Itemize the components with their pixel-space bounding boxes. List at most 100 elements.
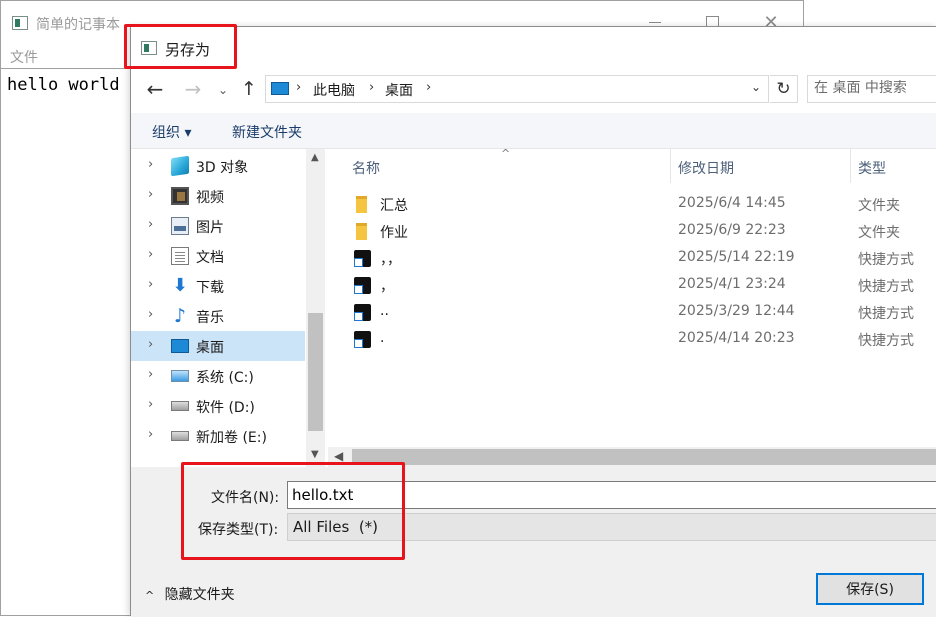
new-folder-button[interactable]: 新建文件夹 [232, 122, 302, 142]
file-type: 文件夹 [858, 198, 900, 214]
column-divider[interactable] [850, 149, 851, 183]
nav-item-label: 桌面 [196, 340, 224, 356]
search-box[interactable] [807, 75, 936, 103]
filename-label: 文件名(N): [211, 490, 280, 506]
hide-folders-button[interactable]: ^ 隐藏文件夹 [145, 584, 235, 604]
expand-chevron-icon[interactable]: › [148, 277, 153, 292]
file-type: 快捷方式 [858, 252, 914, 268]
breadcrumb-separator[interactable]: › [296, 80, 301, 95]
refresh-button[interactable]: ↻ [770, 75, 798, 103]
column-header-date[interactable]: 修改日期 [678, 158, 734, 178]
breadcrumb-separator[interactable]: › [426, 80, 431, 95]
address-dropdown-button[interactable]: ⌄ [751, 80, 761, 94]
hide-folders-label: 隐藏文件夹 [164, 587, 235, 603]
file-type: 快捷方式 [858, 279, 914, 295]
notepad-content: hello world [7, 75, 120, 95]
expand-chevron-icon[interactable]: › [148, 157, 153, 172]
nav-item-label: 图片 [196, 220, 224, 236]
search-input[interactable] [814, 80, 934, 96]
menu-file[interactable]: 文件 [10, 47, 38, 67]
nav-item-music[interactable]: › ♪ 音乐 [131, 301, 305, 331]
notepad-text-area[interactable]: hello world [1, 68, 131, 616]
organize-button[interactable]: 组织 ▾ [152, 122, 191, 142]
nav-item-label: 软件 (D:) [196, 400, 255, 416]
nav-item-label: 音乐 [196, 310, 224, 326]
nav-item-desktop[interactable]: › 桌面 [131, 331, 305, 361]
filetype-label: 保存类型(T): [198, 522, 279, 538]
expand-chevron-icon[interactable]: › [148, 367, 153, 382]
notepad-title: 简单的记事本 [36, 17, 120, 33]
toolbar: 组织 ▾ 新建文件夹 [131, 113, 936, 149]
column-header-type[interactable]: 类型 [858, 158, 886, 178]
nav-item-pictures[interactable]: › 图片 [131, 211, 305, 241]
file-date: 2025/5/14 22:19 [678, 249, 795, 265]
file-row[interactable]: . 2025/4/14 20:23 快捷方式 [328, 326, 936, 353]
file-date: 2025/6/9 22:23 [678, 222, 786, 238]
up-button[interactable]: ↑ [237, 77, 261, 101]
file-row[interactable]: ， 2025/4/1 23:24 快捷方式 [328, 272, 936, 299]
expand-chevron-icon[interactable]: › [148, 397, 153, 412]
expand-chevron-icon[interactable]: › [148, 427, 153, 442]
file-type: 快捷方式 [858, 306, 914, 322]
address-bar[interactable]: › 此电脑 › 桌面 › ⌄ [265, 75, 769, 103]
nav-item-label: 系统 (C:) [196, 370, 254, 386]
nav-item-3d-objects[interactable]: › 3D 对象 [131, 151, 305, 181]
file-name: .. [380, 303, 389, 319]
expand-chevron-icon[interactable]: › [148, 307, 153, 322]
file-name: ，， [380, 252, 401, 268]
file-row[interactable]: 汇总 2025/6/4 14:45 文件夹 [328, 191, 936, 218]
folder-icon [356, 223, 367, 240]
nav-item-drive-c[interactable]: › 系统 (C:) [131, 361, 305, 391]
nav-item-videos[interactable]: › 视频 [131, 181, 305, 211]
save-button[interactable]: 保存(S) [816, 573, 924, 605]
save-options-pane: 文件名(N): 保存类型(T): All Files (*) ^ 隐藏文件夹 保… [131, 467, 936, 617]
downloads-icon: ⬇ [172, 275, 188, 296]
nav-item-label: 下载 [196, 280, 224, 296]
nav-item-label: 文档 [196, 250, 224, 266]
scroll-left-icon[interactable]: ◀ [334, 449, 343, 463]
scroll-down-icon[interactable]: ▼ [311, 449, 319, 460]
expand-chevron-icon[interactable]: › [148, 187, 153, 202]
expand-chevron-icon[interactable]: › [148, 217, 153, 232]
nav-item-drive-e[interactable]: › 新加卷 (E:) [131, 421, 305, 451]
filetype-select[interactable]: All Files (*) [287, 513, 936, 541]
scrollbar-thumb[interactable] [308, 313, 323, 431]
file-date: 2025/3/29 12:44 [678, 303, 795, 319]
video-icon [171, 187, 189, 205]
expand-chevron-icon[interactable]: › [148, 247, 153, 262]
nav-item-drive-d[interactable]: › 软件 (D:) [131, 391, 305, 421]
scrollbar-thumb[interactable] [352, 449, 936, 465]
forward-button[interactable]: → [181, 78, 205, 102]
breadcrumb-this-pc[interactable]: 此电脑 [313, 80, 355, 100]
nav-item-documents[interactable]: › 文档 [131, 241, 305, 271]
music-icon: ♪ [173, 305, 187, 327]
file-row[interactable]: ，， 2025/5/14 22:19 快捷方式 [328, 245, 936, 272]
breadcrumb-separator[interactable]: › [369, 80, 374, 95]
dialog-title: 另存为 [165, 41, 211, 59]
nav-pane-scrollbar[interactable]: ▲ ▼ [306, 149, 325, 467]
file-name: 作业 [380, 225, 408, 241]
file-row[interactable]: .. 2025/3/29 12:44 快捷方式 [328, 299, 936, 326]
breadcrumb-desktop[interactable]: 桌面 [385, 80, 413, 100]
column-header-name[interactable]: 名称 [352, 158, 380, 178]
nav-item-downloads[interactable]: › ⬇ 下载 [131, 271, 305, 301]
file-list: ^ 名称 修改日期 类型 汇总 2025/6/4 14:45 文件夹 作业 20… [328, 149, 936, 469]
recent-locations-button[interactable]: ⌄ [214, 79, 232, 101]
expand-chevron-icon[interactable]: › [148, 337, 153, 352]
column-divider[interactable] [670, 149, 671, 183]
drive-icon [171, 401, 189, 411]
3d-objects-icon [171, 155, 189, 177]
scroll-up-icon[interactable]: ▲ [311, 152, 319, 163]
back-button[interactable]: ← [143, 78, 167, 102]
desktop-icon [171, 339, 189, 353]
filetype-selected-value: All Files (*) [293, 518, 379, 536]
drive-icon [171, 431, 189, 441]
file-list-horizontal-scrollbar[interactable]: ◀ [328, 447, 936, 467]
file-row[interactable]: 作业 2025/6/9 22:23 文件夹 [328, 218, 936, 245]
filename-input[interactable] [287, 481, 936, 509]
nav-item-label: 3D 对象 [196, 160, 249, 176]
file-date: 2025/6/4 14:45 [678, 195, 786, 211]
file-name: ， [380, 279, 394, 295]
pictures-icon [171, 217, 189, 235]
file-date: 2025/4/1 23:24 [678, 276, 786, 292]
